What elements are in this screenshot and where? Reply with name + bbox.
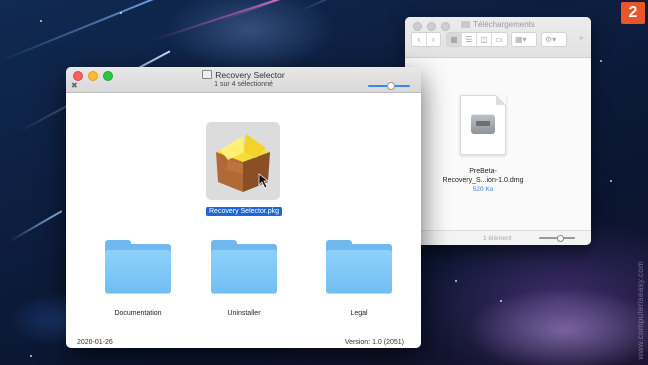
folder-icon [461, 21, 471, 28]
finder-title: Téléchargements [405, 20, 591, 29]
finder-titlebar[interactable]: Téléchargements ‹ › ▦ ☰ ◫ ▭ ▦▾ ⚙▾ » [405, 17, 591, 58]
package-item[interactable]: Recovery Selector.pkg [206, 122, 283, 218]
light-streak [299, 0, 420, 12]
dmg-disk-image-icon [460, 95, 506, 155]
folder-legal[interactable]: Legal [314, 240, 404, 317]
icon-size-slider[interactable] [539, 235, 575, 242]
folder-icon [105, 240, 171, 294]
forward-arrow-icon[interactable]: › [427, 33, 441, 46]
folder-icon [211, 240, 277, 294]
window-titlebar[interactable]: Recovery Selector ✖ 1 sur 4 sélectionné [66, 67, 421, 93]
file-size: 520 Ko [472, 186, 494, 193]
icon-size-slider[interactable] [368, 82, 410, 90]
action-button[interactable]: ⚙▾ [541, 32, 567, 47]
gallery-view-icon[interactable]: ▭ [492, 33, 506, 46]
folder-icon [326, 240, 392, 294]
star [120, 12, 122, 14]
file-name: PreBeta- Recovery_S...ion-1.0.dmg [428, 167, 538, 185]
slider-knob[interactable] [387, 82, 395, 90]
folder-documentation[interactable]: Documentation [93, 240, 183, 317]
window-title: Recovery Selector [66, 70, 421, 80]
star [600, 60, 602, 62]
light-streak [9, 210, 63, 242]
view-mode-buttons: ▦ ☰ ◫ ▭ [446, 32, 508, 47]
hard-drive-icon [471, 114, 495, 134]
star [455, 280, 457, 282]
finder-title-text: Téléchargements [473, 20, 535, 29]
footer-version: Version: 1.0 (2051) [344, 339, 404, 346]
nav-buttons: ‹ › [411, 32, 441, 47]
star [610, 180, 612, 182]
folder-label: Uninstaller [227, 310, 261, 317]
file-name-line1: PreBeta- [469, 168, 497, 175]
folder-uninstaller[interactable]: Uninstaller [199, 240, 289, 317]
folder-label: Documentation [114, 310, 162, 317]
toolbar-overflow-icon[interactable]: » [579, 33, 583, 42]
light-streak [219, 0, 390, 22]
back-arrow-icon[interactable]: ‹ [412, 33, 427, 46]
footer-date: 2020-01-26 [77, 339, 113, 346]
watermark: www.computeriseasy.com [636, 260, 645, 359]
package-box-icon [216, 134, 270, 192]
list-view-icon[interactable]: ☰ [462, 33, 477, 46]
recovery-selector-window[interactable]: Recovery Selector ✖ 1 sur 4 sélectionné … [66, 67, 421, 348]
folder-label: Legal [350, 310, 368, 317]
star [500, 300, 502, 302]
star [30, 355, 32, 357]
grid-icon: ▦▾ [515, 35, 527, 44]
finder-status-bar: 1 élément [405, 230, 591, 245]
file-item-dmg[interactable]: PreBeta- Recovery_S...ion-1.0.dmg 520 Ko [443, 95, 523, 193]
finder-window-downloads[interactable]: Téléchargements ‹ › ▦ ☰ ◫ ▭ ▦▾ ⚙▾ » PreB… [405, 17, 591, 245]
window-title-text: Recovery Selector [215, 70, 285, 80]
package-label: Recovery Selector.pkg [206, 207, 283, 216]
group-by-button[interactable]: ▦▾ [511, 32, 537, 47]
gear-icon: ⚙▾ [545, 35, 557, 44]
step-number-badge: 2 [621, 2, 645, 24]
item-count: 1 élément [483, 235, 512, 242]
file-name-line2: Recovery_S...ion-1.0.dmg [442, 177, 524, 184]
light-streak [0, 0, 186, 62]
icon-view-icon[interactable]: ▦ [447, 33, 462, 46]
column-view-icon[interactable]: ◫ [477, 33, 492, 46]
disk-image-icon [202, 70, 213, 79]
star [40, 20, 42, 22]
package-selection-highlight [206, 122, 280, 200]
